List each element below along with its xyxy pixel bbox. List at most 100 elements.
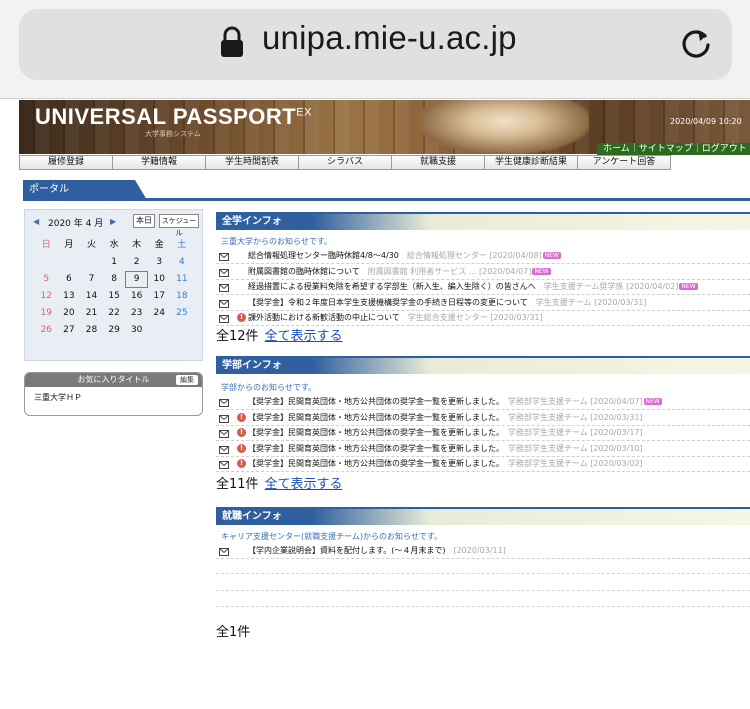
weekday-label: 日 <box>41 240 51 250</box>
banner-datetime: 2020/04/09 10:20 <box>670 117 742 126</box>
news-title[interactable]: 【奨学金】民間育英団体・地方公共団体の奨学金一覧を更新しました。 学務部学生支援… <box>248 456 643 471</box>
news-row[interactable]: 総合情報処理センター臨時休館4/8～4/30 総合情報処理センター [2020/… <box>216 248 750 264</box>
prev-month-icon[interactable]: ◀ <box>33 217 39 226</box>
lock-icon <box>221 26 243 57</box>
calendar-day[interactable]: 9 <box>125 271 148 288</box>
news-title[interactable]: 課外活動における新歓活動の中止について 学生総合支援センター [2020/03/… <box>248 310 543 325</box>
calendar-day[interactable]: 2 <box>125 254 148 271</box>
new-badge: NEW <box>542 252 561 259</box>
nav-survey[interactable]: アンケート回答 <box>577 155 671 170</box>
news-row[interactable]: 【奨学金】令和２年度日本学生支援機構奨学金の手続き日程等の変更について 学生支援… <box>216 295 750 311</box>
section-title: 全学インフォ <box>222 216 282 227</box>
news-title[interactable]: 【奨学金】民間育英団体・地方公共団体の奨学金一覧を更新しました。 学務部学生支援… <box>248 425 643 440</box>
calendar-day[interactable]: 24 <box>148 305 171 322</box>
calendar-day[interactable]: 12 <box>35 288 58 305</box>
calendar-week: 5 6 7 8 9 10 11 <box>35 271 195 288</box>
calendar-empty <box>58 254 81 271</box>
section-title: 就職インフォ <box>222 511 282 522</box>
favorites-edit-button[interactable]: 編集 <box>176 375 198 385</box>
news-row[interactable]: ! 課外活動における新歓活動の中止について 学生総合支援センター [2020/03… <box>216 310 750 326</box>
calendar-day[interactable]: 25 <box>171 305 194 322</box>
news-title[interactable]: 経過措置による授業料免除を希望する学部生（新入生、編入生除く）の皆さんへ 学生支… <box>248 279 698 294</box>
calendar-day[interactable]: 30 <box>125 322 148 339</box>
nav-gakuseki[interactable]: 学籍情報 <box>112 155 206 170</box>
section-header: 全学インフォ <box>216 212 750 230</box>
news-row[interactable]: ! 【奨学金】民間育英団体・地方公共団体の奨学金一覧を更新しました。 学務部学生支… <box>216 456 750 472</box>
calendar-day[interactable]: 22 <box>103 305 126 322</box>
envelope-icon <box>219 282 229 292</box>
calendar-day[interactable]: 3 <box>148 254 171 271</box>
calendar-day[interactable]: 4 <box>171 254 194 271</box>
nav-health[interactable]: 学生健康診断結果 <box>484 155 578 170</box>
news-row[interactable]: 経過措置による授業料免除を希望する学部生（新入生、編入生除く）の皆さんへ 学生支… <box>216 279 750 295</box>
news-row[interactable]: 【学内企業説明会】資料を配付します。(～４月末まで) [2020/03/11] <box>216 543 750 559</box>
news-title[interactable]: 【学内企業説明会】資料を配付します。(～４月末まで) [2020/03/11] <box>248 543 506 558</box>
news-title[interactable]: 【奨学金】民間育英団体・地方公共団体の奨学金一覧を更新しました。 学務部学生支援… <box>248 410 643 425</box>
alert-icon: ! <box>237 443 246 453</box>
student-photo <box>419 100 589 154</box>
calendar-day[interactable]: 18 <box>171 288 194 305</box>
calendar-day[interactable]: 8 <box>103 271 126 288</box>
header-links[interactable]: ホーム｜サイトマップ｜ログアウト <box>597 143 750 155</box>
calendar-day[interactable]: 23 <box>125 305 148 322</box>
calendar-day[interactable]: 14 <box>80 288 103 305</box>
today-button[interactable]: 本日 <box>133 214 155 228</box>
calendar-day[interactable]: 5 <box>35 271 58 288</box>
nav-timetable[interactable]: 学生時間割表 <box>205 155 299 170</box>
show-all-link[interactable]: 全て表示する <box>265 329 343 344</box>
calendar-week: 19 20 21 22 23 24 25 <box>35 305 195 322</box>
news-row[interactable]: 【奨学金】民間育英団体・地方公共団体の奨学金一覧を更新しました。 学務部学生支援… <box>216 394 750 410</box>
section-intro: キャリア支援センター(就職支援チーム)からのお知らせです。 <box>221 532 443 541</box>
news-source: 学務部学生支援チーム [2020/04/07] <box>508 397 643 406</box>
news-title[interactable]: 附属図書館の臨時休館について 附属図書館 利用者サービス ... [2020/0… <box>248 264 551 279</box>
portal-tab[interactable]: ポータル <box>23 180 147 200</box>
calendar-day[interactable]: 20 <box>58 305 81 322</box>
calendar-day[interactable]: 21 <box>80 305 103 322</box>
news-title[interactable]: 【奨学金】令和２年度日本学生支援機構奨学金の手続き日程等の変更について 学生支援… <box>248 295 646 310</box>
new-badge: NEW <box>643 398 662 405</box>
news-row[interactable]: ! 【奨学金】民間育英団体・地方公共団体の奨学金一覧を更新しました。 学務部学生支… <box>216 410 750 426</box>
alert-icon: ! <box>237 412 246 422</box>
calendar-day[interactable]: 11 <box>171 271 194 288</box>
calendar-day[interactable]: 15 <box>103 288 126 305</box>
calendar-day[interactable]: 27 <box>58 322 81 339</box>
calendar-day[interactable]: 19 <box>35 305 58 322</box>
nav-rishu[interactable]: 履修登録 <box>19 155 113 170</box>
news-title[interactable]: 【奨学金】民間育英団体・地方公共団体の奨学金一覧を更新しました。 学務部学生支援… <box>248 394 662 409</box>
calendar-day[interactable]: 1 <box>103 254 126 271</box>
news-source: 附属図書館 利用者サービス ... [2020/04/07] <box>367 266 532 276</box>
weekday-label: 金 <box>154 240 164 250</box>
news-source: 学生支援チーム [2020/03/31] <box>535 297 647 307</box>
envelope-icon <box>219 413 229 423</box>
reload-icon[interactable] <box>679 26 713 60</box>
url-text[interactable]: unipa.mie-u.ac.jp <box>262 19 517 57</box>
show-all-link[interactable]: 全て表示する <box>265 477 343 492</box>
news-source: 総合情報処理センター [2020/04/08] <box>406 251 542 260</box>
next-month-icon[interactable]: ▶ <box>110 217 116 226</box>
calendar-day[interactable]: 6 <box>58 271 81 288</box>
calendar-day[interactable]: 7 <box>80 271 103 288</box>
calendar-day[interactable]: 13 <box>58 288 81 305</box>
calendar-empty <box>148 322 171 339</box>
calendar-day[interactable]: 29 <box>103 322 126 339</box>
schedule-button[interactable]: スケジュール <box>159 214 199 237</box>
calendar-day[interactable]: 26 <box>35 322 58 339</box>
empty-row-divider <box>216 590 750 591</box>
calendar-grid: 日月火水木金土 1 2 3 4 5 6 7 8 9 10 11 12 13 14 15 16 17 18 19 20 21… <box>35 237 195 339</box>
nav-syllabus[interactable]: シラバス <box>298 155 392 170</box>
news-title[interactable]: 総合情報処理センター臨時休館4/8～4/30 総合情報処理センター [2020/… <box>248 248 561 263</box>
news-row[interactable]: ! 【奨学金】民間育英団体・地方公共団体の奨学金一覧を更新しました。 学務部学生支… <box>216 425 750 441</box>
site-subtitle: 大学事務システム <box>145 130 201 138</box>
calendar-day[interactable]: 16 <box>125 288 148 305</box>
news-row[interactable]: 附属図書館の臨時休館について 附属図書館 利用者サービス ... [2020/0… <box>216 264 750 280</box>
calendar-day[interactable]: 10 <box>148 271 171 288</box>
nav-career[interactable]: 就職支援 <box>391 155 485 170</box>
news-row[interactable]: ! 【奨学金】民間育英団体・地方公共団体の奨学金一覧を更新しました。 学務部学生支… <box>216 441 750 457</box>
section-intro: 三重大学からのお知らせです。 <box>221 237 333 246</box>
news-title[interactable]: 【奨学金】民間育英団体・地方公共団体の奨学金一覧を更新しました。 学務部学生支援… <box>248 441 643 456</box>
calendar-day[interactable]: 28 <box>80 322 103 339</box>
weekday-label: 水 <box>109 240 119 250</box>
calendar-day[interactable]: 17 <box>148 288 171 305</box>
site-logo[interactable]: UNIVERSAL PASSPORTEX <box>35 104 312 130</box>
favorite-link[interactable]: 三重大学ＨＰ <box>25 387 202 403</box>
